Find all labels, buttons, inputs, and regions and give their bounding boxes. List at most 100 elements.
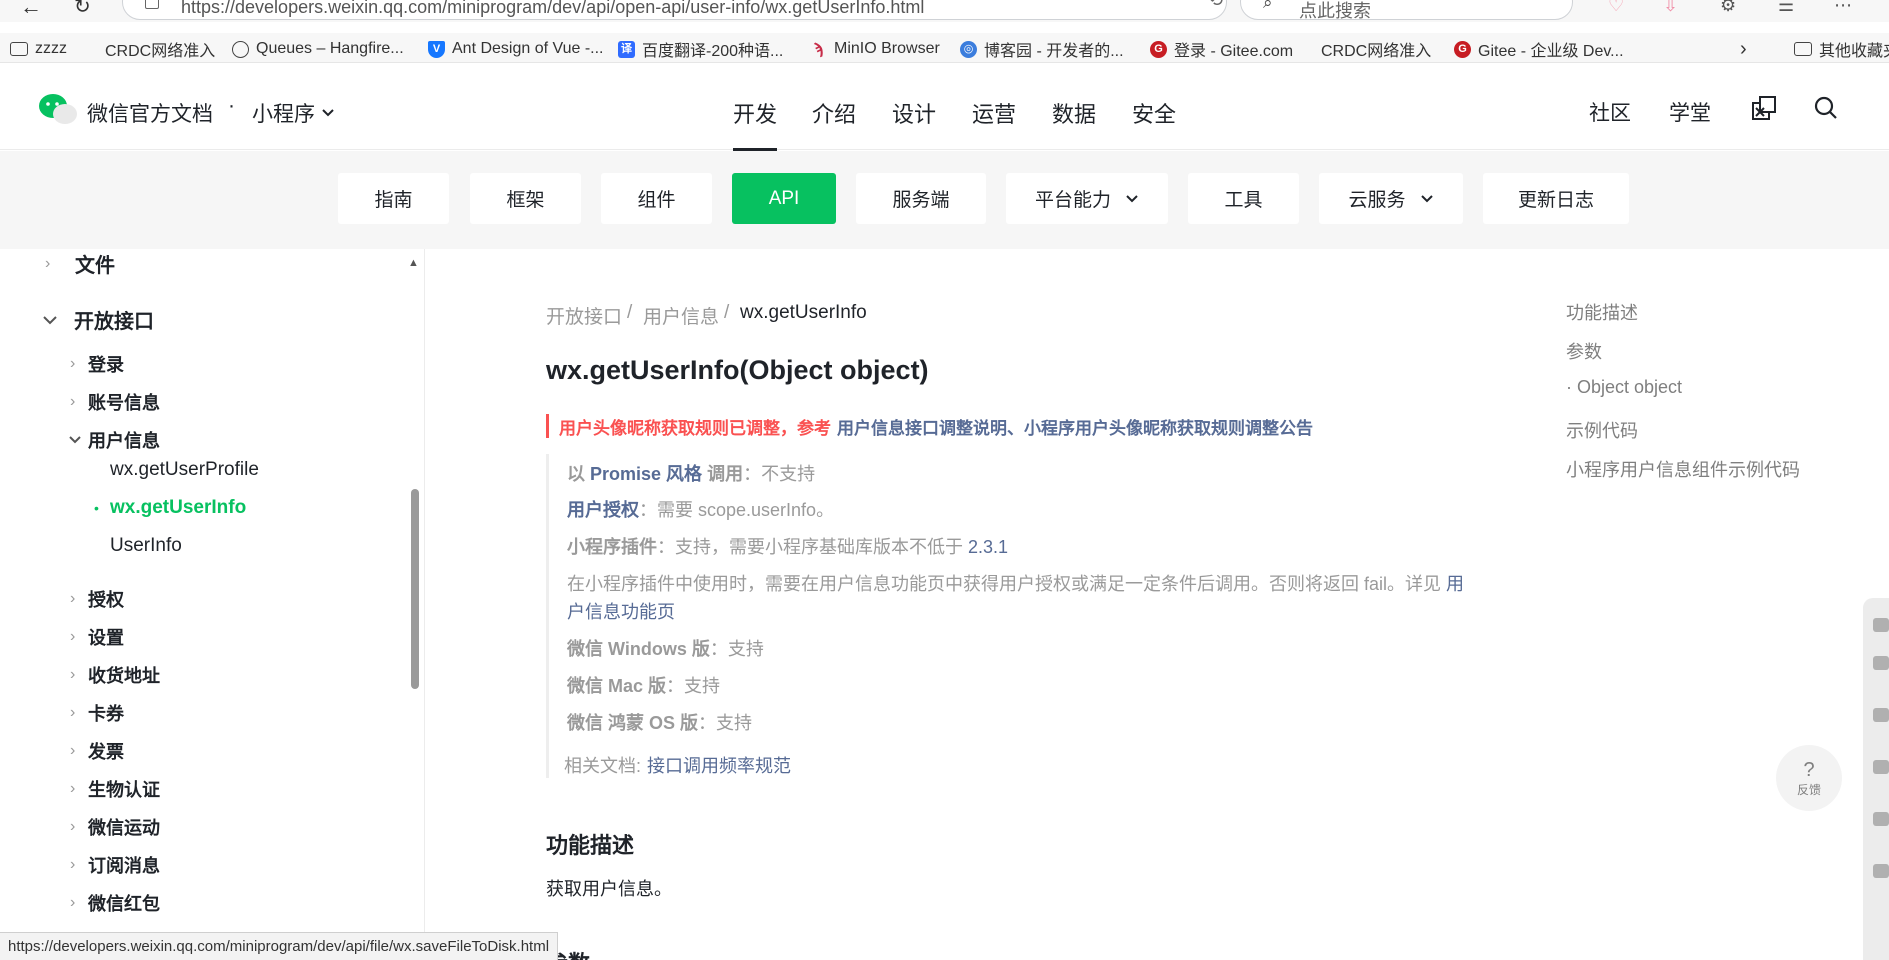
- chevron-right-icon: ›: [45, 254, 51, 272]
- bookmark-item[interactable]: ϡ MinIO Browser: [810, 37, 940, 61]
- chevron-down-icon: [1420, 194, 1433, 202]
- bookmarks-overflow-chevron-icon[interactable]: ›: [1740, 37, 1747, 61]
- bookmark-item[interactable]: ◎ 博客园 - 开发者的...: [960, 37, 1124, 61]
- notice-separator: 、: [1007, 418, 1024, 438]
- other-bookmarks-folder[interactable]: 其他收藏夹: [1794, 37, 1889, 61]
- address-bar[interactable]: https://developers.weixin.qq.com/minipro…: [122, 0, 1319, 20]
- sidebar-item-werun[interactable]: › 微信运动: [70, 814, 160, 840]
- bookmark-item[interactable]: G 登录 - Gitee.com: [1150, 37, 1293, 61]
- folder-icon: [1794, 42, 1812, 56]
- tab-tools[interactable]: 工具: [1188, 173, 1299, 224]
- wechat-logo-icon[interactable]: [38, 93, 78, 125]
- screenshot-icon[interactable]: [1873, 708, 1889, 722]
- bookmark-item[interactable]: G Gitee - 企业级 Dev...: [1454, 37, 1624, 61]
- tab-changelog[interactable]: 更新日志: [1483, 173, 1629, 224]
- breadcrumb-open-api[interactable]: 开放接口: [546, 302, 622, 329]
- browser-search-box[interactable]: ⌕ 点此搜索: [1240, 0, 1573, 21]
- promise-style-link[interactable]: Promise 风格: [590, 464, 702, 484]
- search-icon[interactable]: [1873, 864, 1889, 878]
- bookmark-item[interactable]: 译 百度翻译-200种语...: [618, 37, 783, 61]
- nav-item-operation[interactable]: 运营: [972, 97, 1016, 129]
- sidebar-item-subscribe[interactable]: › 订阅消息: [70, 852, 160, 878]
- bookmark-item[interactable]: V Ant Design of Vue -...: [428, 37, 603, 61]
- breadcrumb-user-info[interactable]: 用户信息: [643, 302, 719, 329]
- product-switcher[interactable]: 小程序: [252, 98, 335, 128]
- tab-platform[interactable]: 平台能力: [1006, 173, 1168, 224]
- nav-item-academy[interactable]: 学堂: [1669, 97, 1711, 127]
- chevron-right-icon: ›: [70, 628, 76, 645]
- sidebar-item-address[interactable]: › 收货地址: [70, 662, 160, 688]
- tab-guide[interactable]: 指南: [338, 173, 449, 224]
- active-dot-icon: •: [94, 500, 99, 516]
- sidebar-item-userinfo[interactable]: 用户信息: [68, 427, 160, 453]
- site-title[interactable]: 微信官方文档: [87, 98, 213, 128]
- notice-text: 用户头像昵称获取规则已调整，参考: [559, 418, 831, 438]
- notice-link-adjust-doc[interactable]: 用户信息接口调整说明: [837, 414, 1007, 439]
- tab-api[interactable]: API: [732, 173, 836, 224]
- more-menu-icon[interactable]: ⋯: [1834, 0, 1852, 16]
- back-arrow-icon[interactable]: ←: [20, 0, 42, 20]
- nav-item-intro[interactable]: 介绍: [812, 97, 856, 129]
- notice-banner: 用户头像昵称获取规则已调整，参考 用户信息接口调整说明 、 小程序用户头像昵称获…: [546, 414, 1313, 438]
- user-auth-link[interactable]: 用户授权: [567, 500, 639, 520]
- folder-icon: [10, 42, 28, 56]
- sidebar-item-getuserinfo[interactable]: • wx.getUserInfo: [94, 497, 246, 519]
- sidebar-item-account[interactable]: › 账号信息: [70, 389, 160, 415]
- download-icon[interactable]: ⇩: [1663, 0, 1678, 16]
- sidebar-item-getuserprofile[interactable]: wx.getUserProfile: [110, 459, 259, 481]
- sidebar-item-auth[interactable]: › 授权: [70, 586, 124, 612]
- user-info-page-link[interactable]: 户信息功能页: [567, 602, 675, 622]
- nav-item-data[interactable]: 数据: [1052, 97, 1096, 129]
- nav-item-security[interactable]: 安全: [1132, 97, 1176, 129]
- sidebar-item-redpacket[interactable]: › 微信红包: [70, 890, 160, 916]
- user-info-page-link[interactable]: 用: [1446, 574, 1464, 594]
- heart-icon[interactable]: [1873, 618, 1889, 632]
- toc-item-example[interactable]: 示例代码: [1566, 417, 1638, 443]
- ai-icon[interactable]: [1873, 656, 1889, 670]
- toc-item-object[interactable]: · Object object: [1566, 377, 1682, 398]
- toc-item-component-example[interactable]: 小程序用户信息组件示例代码: [1566, 456, 1800, 482]
- breadcrumb-separator: /: [627, 302, 633, 323]
- rate-limit-doc-link[interactable]: 接口调用频率规范: [647, 752, 791, 778]
- sidebar-section-open-api[interactable]: 开放接口: [42, 305, 154, 334]
- screenshot-icon[interactable]: [1873, 760, 1889, 774]
- reload-icon[interactable]: ↻: [74, 0, 91, 19]
- browser-sync-icon[interactable]: ⟲: [1208, 0, 1223, 11]
- sidebar-item-userinfo-type[interactable]: UserInfo: [110, 535, 182, 557]
- bookmark-item[interactable]: zzzz: [10, 37, 67, 61]
- toc-item-params[interactable]: 参数: [1566, 338, 1602, 364]
- notice-link-announcement[interactable]: 小程序用户头像昵称获取规则调整公告: [1024, 414, 1313, 439]
- nav-item-develop[interactable]: 开发: [733, 97, 778, 151]
- sidebar-scrollbar-thumb[interactable]: [411, 489, 419, 689]
- title-separator-dot: ·: [228, 94, 235, 117]
- image-icon[interactable]: [1873, 812, 1889, 826]
- bookmark-item[interactable]: Queues – Hangfire...: [232, 37, 404, 61]
- sidebar-item-file[interactable]: › 文件: [45, 249, 115, 278]
- nav-item-community[interactable]: 社区: [1589, 97, 1631, 127]
- sidebar-item-card[interactable]: › 卡券: [70, 700, 124, 726]
- main-content: 开放接口 / 用户信息 / wx.getUserInfo wx.getUserI…: [426, 249, 1576, 960]
- tab-cloud[interactable]: 云服务: [1319, 173, 1463, 224]
- tab-framework[interactable]: 框架: [470, 173, 581, 224]
- bookmark-item[interactable]: CRDC网络准入: [1302, 37, 1431, 61]
- sidebar-item-settings[interactable]: › 设置: [70, 624, 124, 650]
- tab-components[interactable]: 组件: [601, 173, 712, 224]
- extensions-icon[interactable]: ⚙: [1720, 0, 1736, 16]
- feedback-button[interactable]: ? 反馈: [1776, 745, 1842, 811]
- sidebar-item-invoice[interactable]: › 发票: [70, 738, 124, 764]
- minio-icon: ϡ: [813, 40, 824, 58]
- bookmark-item[interactable]: CRDC网络准入: [86, 37, 215, 61]
- toc-item-function[interactable]: 功能描述: [1566, 299, 1638, 325]
- nav-item-design[interactable]: 设计: [892, 97, 936, 129]
- scroll-up-arrow-icon[interactable]: ▲: [408, 257, 419, 269]
- search-icon[interactable]: [1812, 94, 1840, 122]
- table-of-contents: 功能描述 参数 · Object object 示例代码 小程序用户信息组件示例…: [1566, 249, 1816, 549]
- address-bar-url: https://developers.weixin.qq.com/minipro…: [181, 0, 925, 17]
- sidebar-item-login[interactable]: › 登录: [70, 351, 124, 377]
- sidebar-item-biometric[interactable]: › 生物认证: [70, 776, 160, 802]
- base-library-version-link[interactable]: 2.3.1: [968, 537, 1008, 557]
- dev-tools-icon[interactable]: [1750, 94, 1778, 122]
- favorites-list-icon[interactable]: ☰: [1778, 0, 1794, 16]
- collections-icon[interactable]: ♡: [1608, 0, 1624, 16]
- tab-server[interactable]: 服务端: [856, 173, 986, 224]
